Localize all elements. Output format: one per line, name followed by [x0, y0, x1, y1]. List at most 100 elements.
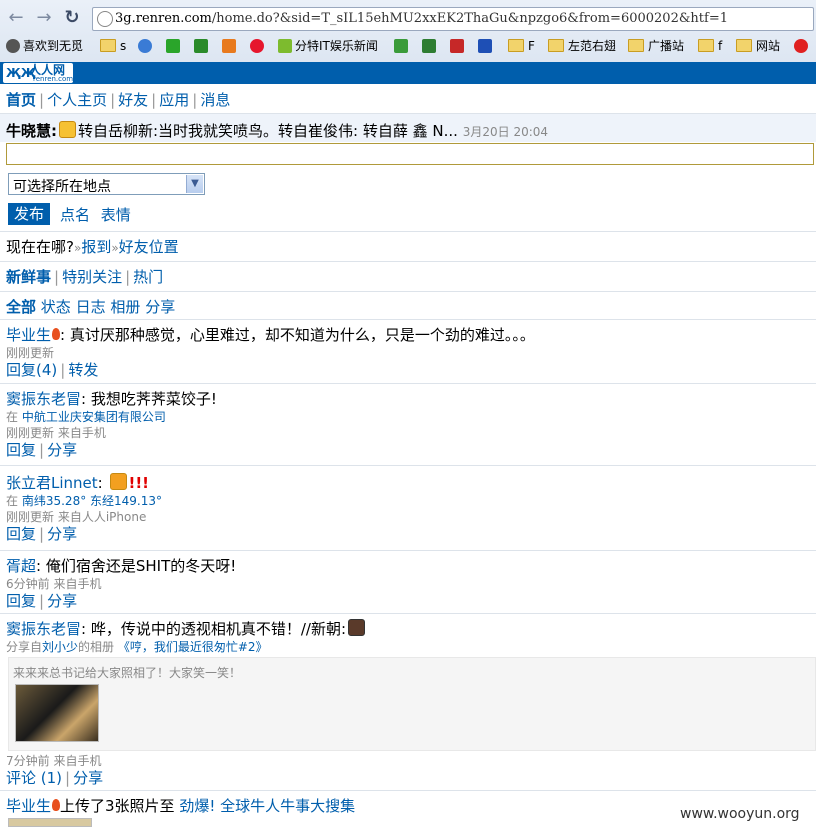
emoticon-link[interactable]: 表情: [101, 206, 131, 224]
reply-link[interactable]: 回复(4): [6, 361, 57, 379]
bookmark-shi[interactable]: [422, 37, 439, 55]
bookmarks-bar: 喜欢到无觅 s 分特IT娱乐新闻 F 左范右翅 广播站 f 网站: [0, 34, 816, 58]
folder-icon: [508, 39, 524, 52]
feed-text: : 俺们宿舍还是SHIT的冬天呀!: [36, 557, 237, 575]
photo-thumbnail[interactable]: [15, 684, 99, 742]
bookmark-s[interactable]: s: [100, 37, 126, 55]
feed-time: 刚刚更新: [6, 346, 55, 360]
nav-friends[interactable]: 好友: [118, 91, 148, 109]
bookmark-sohu[interactable]: [794, 37, 811, 55]
feed-author[interactable]: 胥超: [6, 557, 36, 575]
shi-icon: [422, 39, 436, 53]
folder-icon: [736, 39, 752, 52]
album-title-link[interactable]: 《哼，我们最近很匆忙#2》: [118, 640, 268, 654]
mention-link[interactable]: 点名: [60, 206, 90, 224]
tab-special[interactable]: 特别关注: [62, 268, 122, 286]
nav-profile[interactable]: 个人主页: [47, 91, 107, 109]
folder-icon: [628, 39, 644, 52]
location-prefix: 在: [6, 494, 19, 508]
feed-location[interactable]: 中航工业庆安集团有限公司: [22, 410, 166, 424]
feed-author[interactable]: 窦振东老冒: [6, 390, 81, 408]
share-link[interactable]: 分享: [47, 592, 77, 610]
feed-author[interactable]: 毕业生: [6, 326, 51, 344]
friend-location-link[interactable]: 好友位置: [119, 238, 179, 256]
divider: [0, 550, 816, 551]
location-row: 现在在哪?»报到»好友位置: [6, 236, 179, 257]
bookmark-pai[interactable]: [394, 37, 411, 55]
publish-button[interactable]: 发布: [8, 203, 50, 225]
pai-icon: [394, 39, 408, 53]
forward-link[interactable]: 转发: [68, 361, 98, 379]
reply-link[interactable]: 回复: [6, 441, 36, 459]
reply-link[interactable]: 回复: [6, 592, 36, 610]
nav-apps[interactable]: 应用: [159, 91, 189, 109]
nav-messages[interactable]: 消息: [200, 91, 230, 109]
bookmark-t[interactable]: [194, 37, 211, 55]
feed-item-footer: 7分钟前 来自手机 评论 (1) | 分享: [6, 753, 814, 787]
sohu-icon: [794, 39, 808, 53]
nav-home[interactable]: 首页: [6, 91, 36, 109]
back-icon[interactable]: ←: [6, 8, 26, 28]
url-path: /home.do?&sid=T_sIL15ehMU2xxEK2ThaGu&npz…: [211, 11, 728, 26]
album-link[interactable]: 全球牛人牛事大搜集: [220, 797, 355, 815]
bookmark-guangbo[interactable]: 广播站: [628, 37, 684, 55]
bookmark-wumi[interactable]: 喜欢到无觅: [6, 37, 83, 55]
reload-icon[interactable]: ↻: [62, 8, 82, 28]
feed-author[interactable]: 窦振东老冒: [6, 620, 81, 638]
tab-news[interactable]: 新鲜事: [6, 268, 51, 286]
divider: [0, 261, 816, 262]
checkin-link[interactable]: 报到: [81, 238, 111, 256]
bookmark-box[interactable]: [450, 37, 467, 55]
address-bar[interactable]: 3g.renren.com/home.do?&sid=T_sIL15ehMU2x…: [92, 7, 814, 31]
quote-text: 来来来总书记给大家照相了！大家笑一笑！: [13, 666, 242, 680]
bookmark-F[interactable]: F: [508, 37, 535, 55]
feed-time: 7分钟前 来自手机: [6, 754, 102, 768]
bookmark-f[interactable]: f: [698, 37, 722, 55]
tab-hot[interactable]: 热门: [133, 268, 163, 286]
share-source-link[interactable]: 刘小少: [42, 640, 78, 654]
renren-logo[interactable]: ҖҖ 人人网 renren.com: [3, 63, 73, 83]
feed-location[interactable]: 南纬35.28° 东经149.13°: [22, 494, 162, 508]
chevron-icon: »: [111, 241, 119, 255]
filter-status[interactable]: 状态: [41, 298, 71, 316]
filter-album[interactable]: 相册: [110, 298, 140, 316]
album-link[interactable]: 劲爆!: [179, 797, 215, 815]
bookmark-paw[interactable]: [478, 37, 495, 55]
quote-box: 来来来总书记给大家照相了！大家笑一笑！: [8, 657, 816, 751]
paw-icon: [478, 39, 492, 53]
weibo-icon: [250, 39, 264, 53]
photo-thumbnail[interactable]: [8, 818, 92, 827]
location-select-value: 可选择所在地点: [13, 179, 111, 195]
status-input[interactable]: [6, 143, 814, 165]
divider: [0, 383, 816, 384]
divider: [0, 291, 816, 292]
bookmark-zuofan[interactable]: 左范右翅: [548, 37, 616, 55]
forward-icon[interactable]: →: [34, 8, 54, 28]
publish-extras: 点名 表情: [60, 204, 131, 225]
bookmark-play[interactable]: [166, 37, 183, 55]
feed-author[interactable]: 张立君Linnet: [6, 474, 98, 492]
status-text[interactable]: 转自岳柳新:当时我就笑喷鸟。转自崔俊伟: 转自薛 鑫 N...: [78, 122, 458, 140]
feed-author[interactable]: 毕业生: [6, 797, 51, 815]
share-link[interactable]: 分享: [73, 769, 103, 787]
share-link[interactable]: 分享: [47, 525, 77, 543]
bookmark-zhi[interactable]: [222, 37, 239, 55]
filter-blog[interactable]: 日志: [76, 298, 106, 316]
feed-text: 上传了3张照片至: [60, 797, 175, 815]
filter-share[interactable]: 分享: [145, 298, 175, 316]
location-select[interactable]: 可选择所在地点 ▼: [8, 173, 205, 195]
filter-all[interactable]: 全部: [6, 298, 36, 316]
divider: [0, 465, 816, 466]
feed-text: : 真讨厌那种感觉，心里难过，却不知道为什么，只是一个劲的难过。。。: [60, 326, 535, 344]
bookmark-bird[interactable]: [138, 37, 155, 55]
bookmark-wangzhan[interactable]: 网站: [736, 37, 780, 55]
bookmark-weibo[interactable]: [250, 37, 267, 55]
chevron-down-icon[interactable]: ▼: [186, 175, 203, 193]
avatar-emoji-icon: [348, 619, 366, 636]
reply-link[interactable]: 回复: [6, 525, 36, 543]
share-link[interactable]: 分享: [47, 441, 77, 459]
bookmark-fente[interactable]: 分特IT娱乐新闻: [278, 37, 378, 55]
main-nav: 首页 | 个人主页 | 好友 | 应用 | 消息: [6, 91, 231, 109]
divider: [0, 319, 816, 320]
comment-link[interactable]: 评论 (1): [6, 769, 62, 787]
